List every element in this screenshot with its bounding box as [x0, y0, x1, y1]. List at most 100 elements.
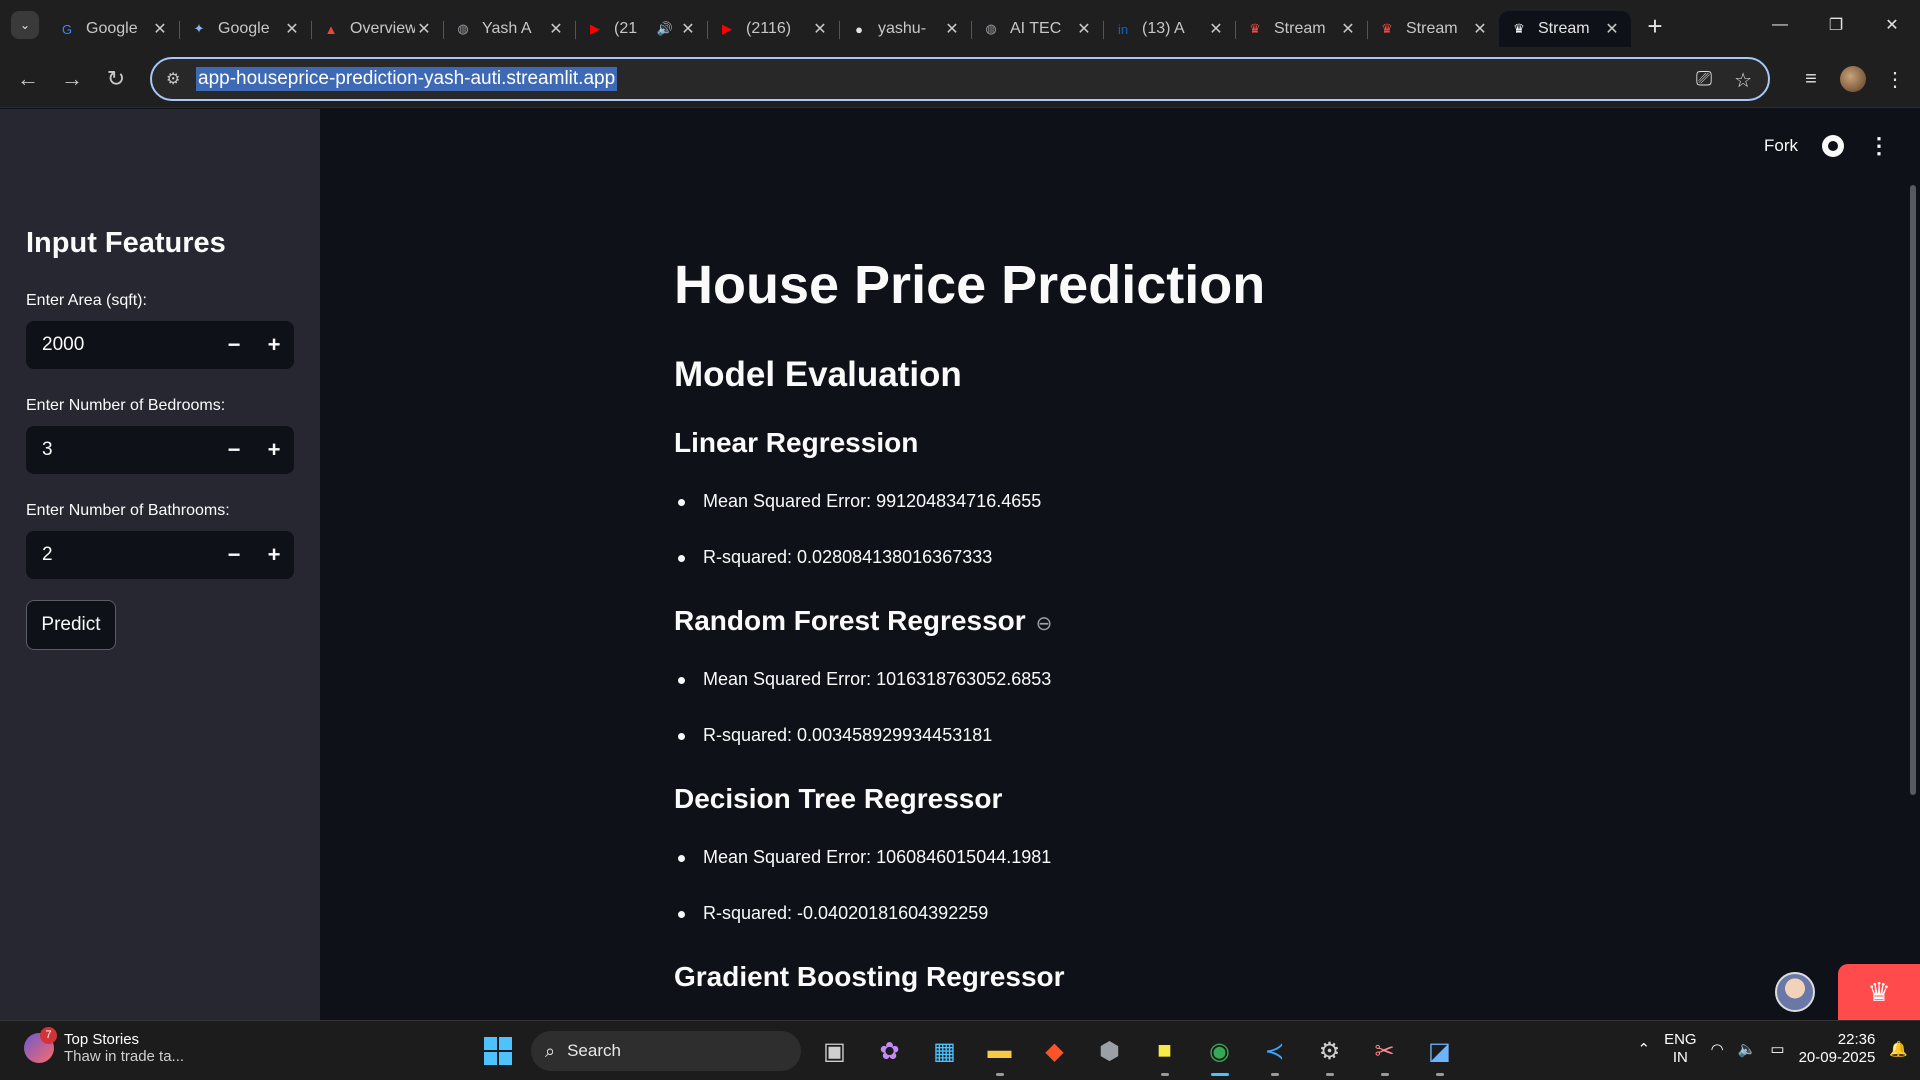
tab-strip: ⌄ G Google ✕ ✦ Google ✕ ▲ Overview ✕ ◍ Yash A ✕ ▶ (21…	[0, 0, 1920, 50]
fork-button[interactable]: Fork	[1764, 136, 1798, 156]
anchor-link-icon[interactable]: ⊖	[1036, 613, 1053, 635]
tab-close-icon[interactable]: ✕	[1471, 19, 1489, 39]
browser-tab[interactable]: G Google ✕	[47, 11, 179, 47]
overview-icon: ▲	[324, 21, 338, 37]
url-text[interactable]: app-houseprice-prediction-yash-auti.stre…	[196, 67, 618, 91]
browser-tab[interactable]: ♛ Stream ✕	[1235, 11, 1367, 47]
bathrooms-decrement-button[interactable]: −	[214, 531, 254, 579]
address-bar[interactable]: ⚙ app-houseprice-prediction-yash-auti.st…	[150, 57, 1770, 101]
chrome-icon[interactable]: ◉	[1192, 1029, 1247, 1076]
list-item: Mean Squared Error: 1016318763052.6853	[678, 669, 1051, 690]
bedrooms-decrement-button[interactable]: −	[214, 426, 254, 474]
snipping-tool-icon[interactable]: ✂	[1357, 1029, 1412, 1076]
tab-search-button[interactable]: ⌄	[11, 11, 39, 39]
tab-close-icon[interactable]: ✕	[811, 19, 829, 39]
browser-tab[interactable]: ✦ Google ✕	[179, 11, 311, 47]
browser-tab[interactable]: ▶ (21 🔊 ✕	[575, 11, 707, 47]
bedrooms-input[interactable]: 3 − +	[26, 426, 294, 474]
profile-avatar[interactable]	[1840, 66, 1866, 92]
browser-tab[interactable]: ▶ (2116) ✕	[707, 11, 839, 47]
bathrooms-input[interactable]: 2 − +	[26, 531, 294, 579]
site-info-icon[interactable]: ⚙	[152, 69, 192, 89]
app-header: Fork ⋮	[1764, 133, 1890, 159]
streamlit-icon: ♛	[1513, 21, 1525, 36]
brave-icon[interactable]: ◆	[1027, 1029, 1082, 1073]
list-item: Mean Squared Error: 1060846015044.1981	[678, 847, 1051, 868]
linkedin-icon: in	[1117, 21, 1129, 37]
list-item: Mean Squared Error: 991204834716.4655	[678, 491, 1041, 512]
new-tab-button[interactable]: +	[1637, 8, 1673, 44]
window-controls: — ❐ ✕	[1752, 0, 1920, 50]
notification-bell-icon[interactable]: 🔔	[1889, 1040, 1908, 1058]
area-input[interactable]: 2000 − +	[26, 321, 294, 369]
tab-audio-icon[interactable]: 🔊	[657, 21, 673, 37]
app-hexagon-icon[interactable]: ⬢	[1082, 1029, 1137, 1073]
tab-label: (2116)	[746, 20, 792, 37]
streamlit-crown-icon[interactable]: ♛	[1838, 964, 1920, 1020]
sticky-notes-icon[interactable]: ■	[1137, 1029, 1192, 1076]
tab-close-icon[interactable]: ✕	[943, 19, 961, 39]
file-explorer-icon[interactable]: ▬	[972, 1029, 1027, 1076]
taskbar-search[interactable]: ⌕ Search	[531, 1031, 801, 1071]
browser-tab[interactable]: ◍ Yash A ✕	[443, 11, 575, 47]
back-icon[interactable]: ←	[6, 57, 50, 101]
tab-close-icon[interactable]: ✕	[547, 19, 565, 39]
task-view-icon[interactable]: ▣	[807, 1029, 862, 1073]
tab-close-icon[interactable]: ✕	[1075, 19, 1093, 39]
chrome-menu-icon[interactable]: ⋮	[1880, 67, 1910, 92]
app-menu-icon[interactable]: ⋮	[1868, 133, 1890, 159]
tab-close-icon[interactable]: ✕	[151, 19, 169, 39]
settings-gear-icon[interactable]: ⚙	[1302, 1029, 1357, 1076]
browser-tab[interactable]: ♛ Stream ✕	[1367, 11, 1499, 47]
windows-start-icon[interactable]	[470, 1029, 525, 1073]
copilot-icon[interactable]: ✿	[862, 1029, 917, 1073]
media-controls-icon[interactable]: ≡	[1796, 68, 1826, 91]
clock[interactable]: 22:36 20-09-2025	[1799, 1031, 1876, 1067]
wifi-icon[interactable]: ◠	[1711, 1040, 1724, 1058]
main-content: Fork ⋮ House Price Prediction Model Eval…	[320, 109, 1920, 1020]
tab-close-icon[interactable]: ✕	[1207, 19, 1225, 39]
ms-store-icon[interactable]: ▦	[917, 1029, 972, 1073]
vscode-icon[interactable]: ≺	[1247, 1029, 1302, 1076]
minimize-icon[interactable]: —	[1752, 0, 1808, 50]
language-indicator[interactable]: ENG IN	[1664, 1031, 1697, 1067]
predict-button[interactable]: Predict	[26, 600, 116, 650]
github-icon[interactable]	[1822, 135, 1844, 157]
bookmark-star-icon[interactable]: ☆	[1734, 68, 1752, 93]
list-item: R-squared: 0.028084138016367333	[678, 547, 992, 568]
tab-close-icon[interactable]: ✕	[283, 19, 301, 39]
viewer-avatar[interactable]	[1775, 972, 1815, 1012]
area-value[interactable]: 2000	[26, 334, 214, 356]
tray-overflow-icon[interactable]: ⌃	[1638, 1040, 1651, 1058]
bedrooms-value[interactable]: 3	[26, 439, 214, 461]
list-item: R-squared: 0.003458929934453181	[678, 725, 992, 746]
volume-icon[interactable]: 🔈	[1738, 1040, 1757, 1058]
github-icon: ●	[855, 21, 863, 37]
tab-close-icon[interactable]: ✕	[415, 19, 433, 39]
tab-close-icon[interactable]: ✕	[1603, 19, 1621, 39]
area-increment-button[interactable]: +	[254, 321, 294, 369]
mysql-workbench-icon[interactable]: ◪	[1412, 1029, 1467, 1076]
browser-tab[interactable]: ♛ Stream ✕	[1499, 11, 1631, 47]
tab-close-icon[interactable]: ✕	[679, 19, 697, 39]
bedrooms-increment-button[interactable]: +	[254, 426, 294, 474]
tab-label: AI TEC	[1010, 20, 1062, 37]
news-widget[interactable]: 7 Top Stories Thaw in trade ta...	[24, 1027, 184, 1065]
install-app-icon[interactable]: ⎚	[1696, 68, 1712, 91]
browser-tab[interactable]: in (13) A ✕	[1103, 11, 1235, 47]
battery-icon[interactable]: ▭	[1770, 1040, 1784, 1058]
browser-tab[interactable]: ▲ Overview ✕	[311, 11, 443, 47]
area-decrement-button[interactable]: −	[214, 321, 254, 369]
browser-tab[interactable]: ● yashu- ✕	[839, 11, 971, 47]
globe-icon: ◍	[457, 21, 469, 36]
reload-icon[interactable]: ↻	[94, 57, 138, 101]
scrollbar[interactable]	[1910, 185, 1916, 795]
browser-tab[interactable]: ◍ AI TEC ✕	[971, 11, 1103, 47]
restore-icon[interactable]: ❐	[1808, 0, 1864, 50]
close-window-icon[interactable]: ✕	[1864, 0, 1920, 50]
forward-icon[interactable]: →	[50, 57, 94, 101]
model-heading-random-forest: Random Forest Regressor ⊖	[674, 605, 1053, 636]
tab-close-icon[interactable]: ✕	[1339, 19, 1357, 39]
bathrooms-value[interactable]: 2	[26, 544, 214, 566]
bathrooms-increment-button[interactable]: +	[254, 531, 294, 579]
